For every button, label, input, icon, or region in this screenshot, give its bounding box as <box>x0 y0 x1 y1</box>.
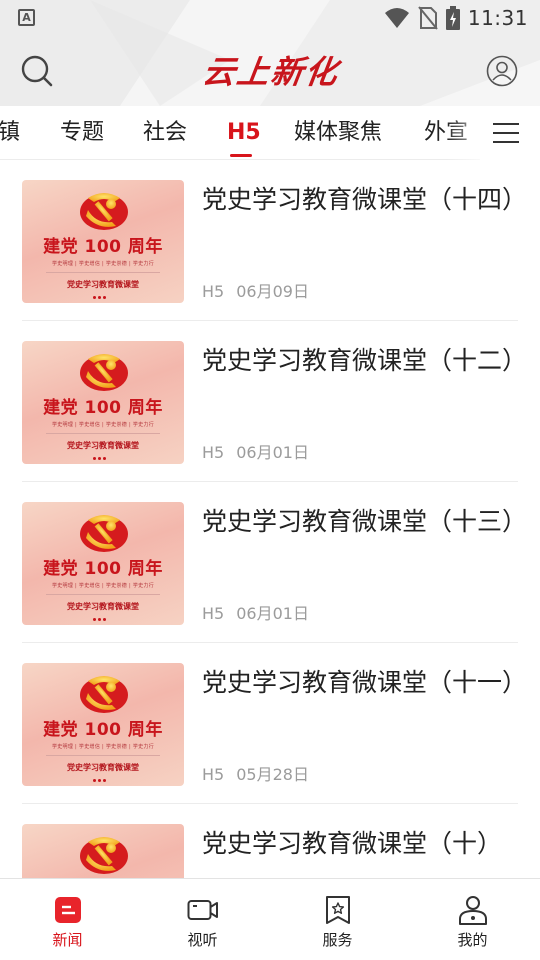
list-item[interactable]: 建党 100 周年 学史明理 | 学史增信 | 学史崇德 | 学史力行 党史学习… <box>22 804 518 878</box>
nav-mine[interactable]: 我的 <box>405 879 540 960</box>
news-meta: H5 06月09日 <box>202 278 309 302</box>
news-meta: H5 06月01日 <box>202 600 309 624</box>
bottom-nav: 新闻 视听 服务 我的 <box>0 878 540 960</box>
nav-service-label: 服务 <box>322 931 353 949</box>
party-emblem-icon <box>80 193 128 230</box>
service-icon <box>325 896 350 924</box>
news-date: 06月09日 <box>236 282 309 301</box>
news-title[interactable]: 党史学习教育微课堂（十四） <box>202 182 527 218</box>
news-thumbnail: 建党 100 周年 学史明理 | 学史增信 | 学史崇德 | 学史力行 党史学习… <box>22 663 184 786</box>
thumbnail-subline: 学史明理 | 学史增信 | 学史崇德 | 学史力行 <box>51 422 155 428</box>
thumbnail-divider <box>46 755 160 756</box>
thumbnail-headline: 建党 100 周年 <box>43 398 163 418</box>
tab-special[interactable]: 专题 <box>60 106 104 160</box>
menu-icon <box>493 123 519 125</box>
app-logo: 云上新化 <box>200 53 342 91</box>
news-thumbnail: 建党 100 周年 学史明理 | 学史增信 | 学史崇德 | 学史力行 党史学习… <box>22 824 184 878</box>
notification-icon: A <box>18 9 35 26</box>
clock: 11:31 <box>467 6 528 30</box>
search-icon[interactable] <box>20 54 54 88</box>
party-emblem-icon <box>80 837 128 874</box>
thumbnail-divider <box>46 433 160 434</box>
menu-icon-bar <box>493 141 519 143</box>
thumbnail-dots <box>93 457 113 460</box>
party-emblem-icon <box>80 354 128 391</box>
nav-video-label: 视听 <box>187 931 218 949</box>
news-date: 06月01日 <box>236 443 309 462</box>
status-icons: 11:31 <box>384 4 528 32</box>
thumbnail-caption: 党史学习教育微课堂 <box>67 602 139 611</box>
thumbnail-caption: 党史学习教育微课堂 <box>67 763 139 772</box>
profile-icon <box>458 896 487 925</box>
channel-menu-button[interactable] <box>480 106 540 160</box>
user-icon[interactable] <box>486 55 518 87</box>
tab-h5[interactable]: H5 <box>227 106 261 160</box>
nav-video[interactable]: 视听 <box>135 879 270 960</box>
news-date: 05月28日 <box>236 765 309 784</box>
party-emblem-icon <box>80 515 128 552</box>
thumbnail-headline: 建党 100 周年 <box>43 237 163 257</box>
news-thumbnail: 建党 100 周年 学史明理 | 学史增信 | 学史崇德 | 学史力行 党史学习… <box>22 180 184 303</box>
no-sim-icon <box>418 6 438 30</box>
thumbnail-subline: 学史明理 | 学史增信 | 学史崇德 | 学史力行 <box>51 744 155 750</box>
nav-service[interactable]: 服务 <box>270 879 405 960</box>
app-screen: A 11:31 云上新化 镇 专题 社会 H5 媒体聚焦 建党 100 周年 学… <box>0 0 540 960</box>
video-icon <box>187 900 218 920</box>
thumbnail-subline: 学史明理 | 学史增信 | 学史崇德 | 学史力行 <box>51 261 155 267</box>
party-emblem-icon <box>80 676 128 713</box>
news-thumbnail: 建党 100 周年 学史明理 | 学史增信 | 学史崇德 | 学史力行 党史学习… <box>22 341 184 464</box>
news-icon <box>54 897 81 923</box>
thumbnail-divider <box>46 594 160 595</box>
status-bar: A 11:31 <box>0 0 540 36</box>
news-category: H5 <box>202 282 225 301</box>
thumbnail-divider <box>46 272 160 273</box>
thumbnail-dots <box>93 618 113 621</box>
thumbnail-headline: 建党 100 周年 <box>43 559 163 579</box>
list-item[interactable]: 建党 100 周年 学史明理 | 学史增信 | 学史崇德 | 学史力行 党史学习… <box>22 643 527 804</box>
news-date: 06月01日 <box>236 604 309 623</box>
tab-media-focus[interactable]: 媒体聚焦 <box>294 106 382 160</box>
news-meta: H5 05月28日 <box>202 761 309 785</box>
news-list: 建党 100 周年 学史明理 | 学史增信 | 学史崇德 | 学史力行 党史学习… <box>0 160 540 878</box>
nav-news[interactable]: 新闻 <box>0 879 135 960</box>
thumbnail-dots <box>93 296 113 299</box>
nav-mine-label: 我的 <box>457 931 488 949</box>
news-title[interactable]: 党史学习教育微课堂（十） <box>202 826 518 862</box>
channel-tabs: 镇 专题 社会 H5 媒体聚焦 外宣 <box>0 106 540 160</box>
thumbnail-caption: 党史学习教育微课堂 <box>67 280 139 289</box>
list-item[interactable]: 建党 100 周年 学史明理 | 学史增信 | 学史崇德 | 学史力行 党史学习… <box>22 482 527 643</box>
top-bar: 云上新化 <box>0 40 540 104</box>
news-category: H5 <box>202 765 225 784</box>
news-category: H5 <box>202 443 225 462</box>
thumbnail-caption: 党史学习教育微课堂 <box>67 441 139 450</box>
news-thumbnail: 建党 100 周年 学史明理 | 学史增信 | 学史崇德 | 学史力行 党史学习… <box>22 502 184 625</box>
thumbnail-subline: 学史明理 | 学史增信 | 学史崇德 | 学史力行 <box>51 583 155 589</box>
news-meta: H5 06月01日 <box>202 439 309 463</box>
thumbnail-headline: 建党 100 周年 <box>43 720 163 740</box>
menu-icon-bar <box>493 132 519 134</box>
news-title[interactable]: 党史学习教育微课堂（十二） <box>202 343 527 379</box>
news-title[interactable]: 党史学习教育微课堂（十一） <box>202 665 527 701</box>
list-item[interactable]: 建党 100 周年 学史明理 | 学史增信 | 学史崇德 | 学史力行 党史学习… <box>22 321 527 482</box>
nav-news-label: 新闻 <box>52 931 83 949</box>
thumbnail-dots <box>93 779 113 782</box>
news-category: H5 <box>202 604 225 623</box>
battery-charging-icon <box>445 6 460 30</box>
tab-society[interactable]: 社会 <box>143 106 187 160</box>
news-title[interactable]: 党史学习教育微课堂（十三） <box>202 504 527 540</box>
list-item[interactable]: 建党 100 周年 学史明理 | 学史增信 | 学史崇德 | 学史力行 党史学习… <box>22 160 527 321</box>
active-tab-indicator <box>230 154 252 157</box>
tab-town[interactable]: 镇 <box>0 106 20 160</box>
wifi-icon <box>384 8 409 28</box>
